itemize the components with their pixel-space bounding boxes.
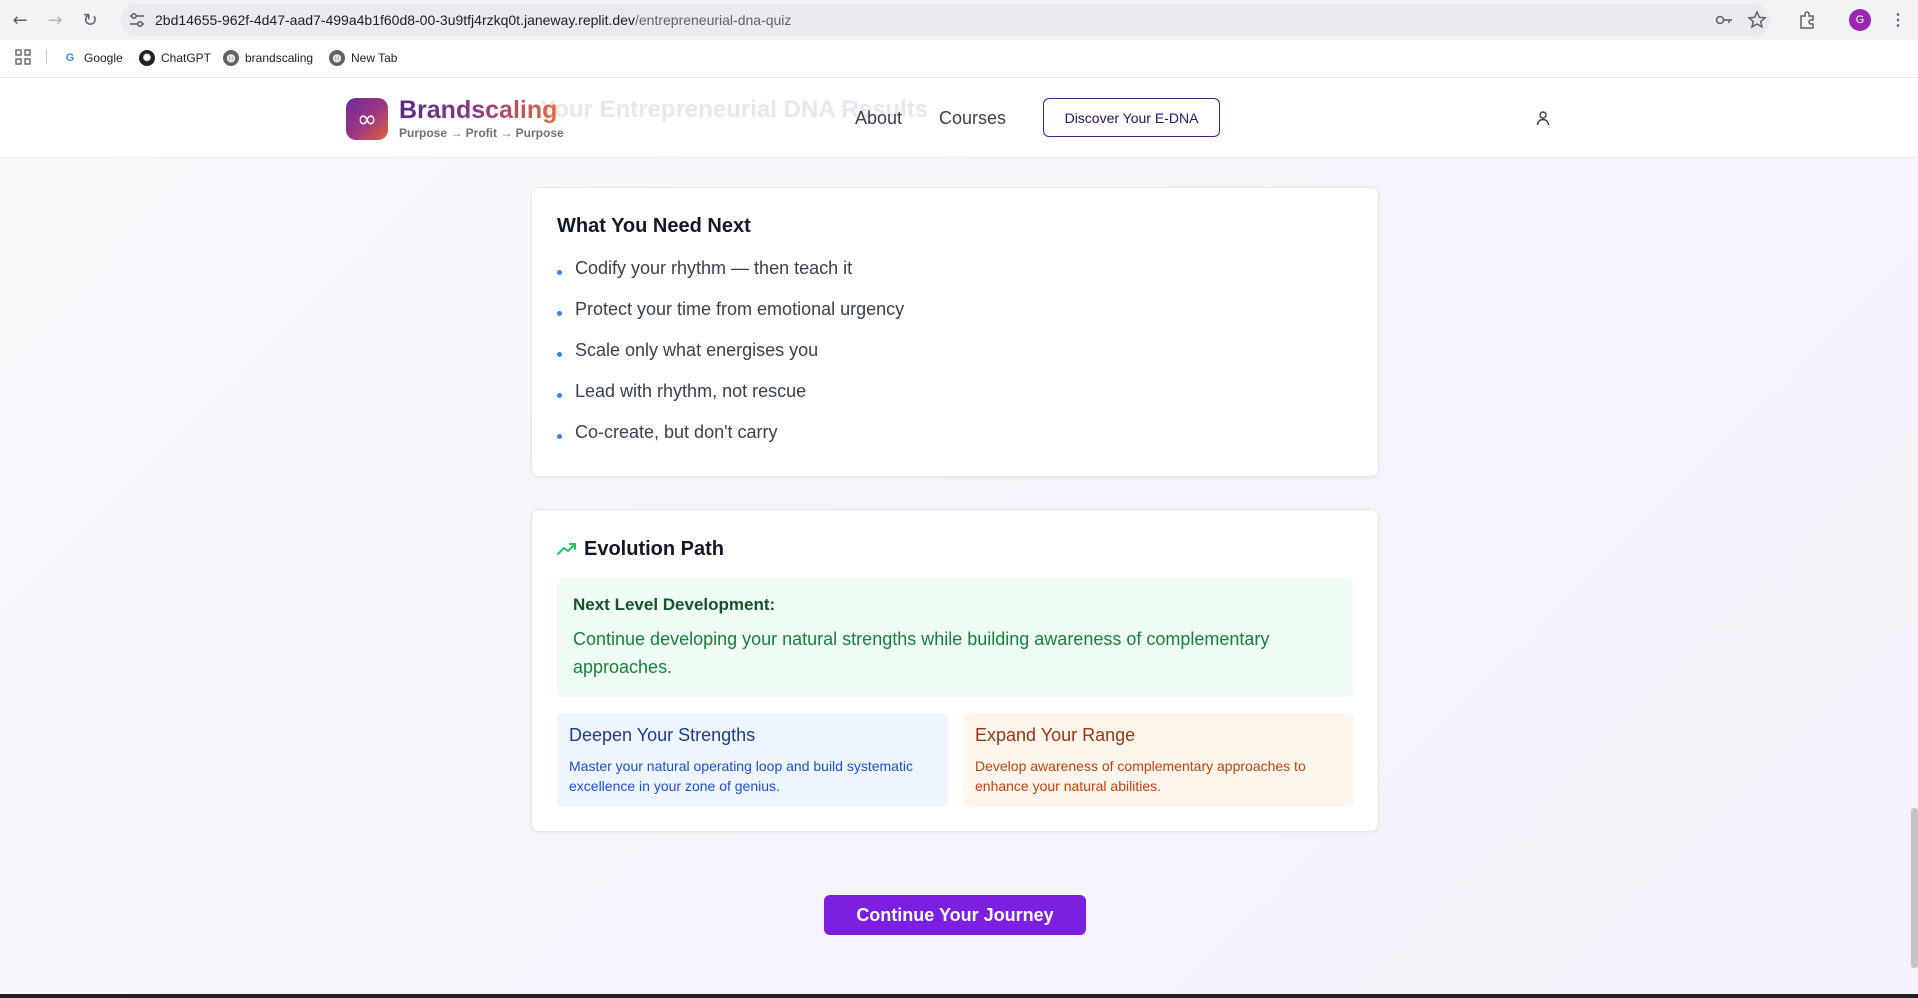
url-path: /entrepreneurial-dna-quiz [634, 12, 792, 28]
discover-edna-button[interactable]: Discover Your E-DNA [1043, 98, 1220, 137]
bookmark-chatgpt[interactable]: ✺ ChatGPT [139, 48, 211, 68]
bookmark-label: brandscaling [245, 51, 314, 65]
password-key-icon[interactable] [1714, 10, 1734, 30]
brand-name[interactable]: Brandscaling [399, 96, 557, 125]
bookmark-label: ChatGPT [161, 51, 212, 65]
next-level-heading: Next Level Development: [573, 595, 776, 614]
kebab-menu-icon[interactable]: ⋮ [1888, 8, 1908, 32]
bullet-icon [557, 393, 562, 398]
card-title: What You Need Next [557, 215, 751, 237]
apps-grid-icon[interactable] [14, 48, 32, 66]
bookmark-brandscaling[interactable]: ◍ brandscaling [223, 48, 313, 68]
list-item-text: Codify your rhythm — then teach it [575, 258, 853, 278]
evolution-path-card: Evolution Path Next Level Development: C… [531, 509, 1379, 832]
expand-range-box: Expand Your Range Develop awareness of c… [963, 713, 1354, 807]
bullet-icon [557, 352, 562, 357]
user-icon[interactable] [1535, 110, 1551, 126]
reload-icon[interactable]: ↻ [78, 8, 102, 32]
list-item: Protect your time from emotional urgency [557, 299, 904, 320]
expand-range-description: Develop awareness of complementary appro… [975, 758, 1306, 794]
bookmark-google[interactable]: G Google [62, 48, 123, 68]
next-level-development-box: Next Level Development: Continue develop… [557, 578, 1353, 697]
bookmarks-separator [46, 50, 47, 64]
profile-avatar[interactable]: G [1849, 9, 1871, 31]
extensions-icon[interactable] [1797, 10, 1817, 30]
trending-up-icon [557, 543, 576, 555]
bookmark-star-icon[interactable] [1747, 10, 1767, 30]
bullet-icon [557, 311, 562, 316]
card-title: Evolution Path [584, 538, 724, 560]
chatgpt-icon: ✺ [139, 50, 155, 66]
google-icon: G [65, 52, 75, 64]
list-item-text: Protect your time from emotional urgency [575, 299, 905, 319]
list-item: Scale only what energises you [557, 340, 818, 361]
url-host: 2bd14655-962f-4d47-aad7-499a4b1f60d8-00-… [155, 12, 635, 28]
bookmark-new-tab[interactable]: ◍ New Tab [329, 48, 397, 68]
list-item: Lead with rhythm, not rescue [557, 381, 806, 402]
forward-icon[interactable]: → [43, 8, 67, 32]
continue-journey-button[interactable]: Continue Your Journey [824, 895, 1086, 935]
brand-logo-icon[interactable]: ∞ [346, 98, 388, 140]
deepen-strengths-box: Deepen Your Strengths Master your natura… [557, 713, 948, 807]
nav-link-about[interactable]: About [855, 108, 902, 129]
window-bottom-edge [0, 994, 1918, 998]
list-item-text: Lead with rhythm, not rescue [575, 381, 807, 401]
page-viewport: Your Entrepreneurial DNA Results ∞ Brand… [0, 78, 1918, 998]
globe-icon: ◍ [223, 50, 239, 66]
expand-range-title: Expand Your Range [975, 725, 1136, 745]
url-text[interactable]: 2bd14655-962f-4d47-aad7-499a4b1f60d8-00-… [155, 12, 791, 28]
next-level-description: Continue developing your natural strengt… [573, 629, 1270, 677]
bullet-icon [557, 434, 562, 439]
site-header: Your Entrepreneurial DNA Results ∞ Brand… [0, 78, 1918, 158]
brand-tagline: Purpose → Profit → Purpose [399, 126, 564, 140]
nav-link-courses[interactable]: Courses [939, 108, 1006, 129]
page-scrollbar[interactable] [1911, 808, 1918, 968]
list-item: Co-create, but don't carry [557, 422, 778, 443]
list-item: Codify your rhythm — then teach it [557, 258, 852, 279]
list-item-text: Scale only what energises you [575, 340, 819, 360]
deepen-strengths-description: Master your natural operating loop and b… [569, 758, 913, 794]
deepen-strengths-title: Deepen Your Strengths [569, 725, 756, 745]
back-icon[interactable]: ← [8, 8, 32, 32]
site-settings-icon[interactable] [127, 10, 147, 30]
bullet-icon [557, 270, 562, 275]
list-item-text: Co-create, but don't carry [575, 422, 778, 442]
globe-icon: ◍ [329, 50, 345, 66]
what-you-need-next-card: What You Need Next Codify your rhythm — … [531, 187, 1379, 477]
bookmark-label: New Tab [351, 51, 398, 65]
bookmark-label: Google [84, 51, 123, 65]
